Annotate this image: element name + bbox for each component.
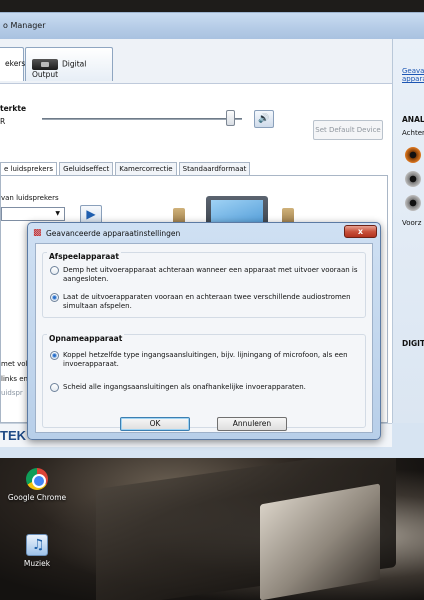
tab-speakers[interactable]: ekers: [0, 47, 26, 81]
speaker-icon: 🔊: [258, 114, 270, 124]
mute-button[interactable]: 🔊: [254, 110, 274, 128]
chrome-icon: [26, 468, 48, 490]
desktop-icon-muziek[interactable]: Muziek: [2, 534, 72, 568]
speaker-config-label: van luidsprekers: [1, 194, 59, 202]
jack-orange-icon[interactable]: [405, 147, 421, 163]
desktop-icon-label: Muziek: [23, 559, 51, 568]
brand-logo-text: TEK: [0, 428, 26, 443]
cancel-button[interactable]: Annuleren: [217, 417, 287, 431]
window-title: o Manager: [3, 21, 46, 30]
advanced-link-line1: Geava: [402, 67, 424, 75]
playback-group: Afspeelapparaat Demp het uitvoerapparaat…: [42, 252, 366, 318]
volume-slider-thumb[interactable]: [226, 110, 235, 126]
radio-button[interactable]: [50, 266, 59, 275]
window-titlebar[interactable]: o Manager: [0, 13, 424, 39]
option-text-full: met voll: [1, 360, 30, 368]
speaker-config-select[interactable]: ▼: [1, 207, 65, 221]
speaker-subtabs: e luidsprekers Geluidseffect Kamercorrec…: [0, 162, 252, 175]
front-panel-label: Voorz: [402, 219, 422, 227]
recording-option-tie[interactable]: Koppel hetzelfde type ingangsaansluiting…: [50, 351, 362, 371]
analog-heading: ANAL: [402, 115, 424, 124]
dialog-body: Afspeelapparaat Demp het uitvoerapparaat…: [35, 243, 373, 433]
close-icon: x: [357, 227, 364, 236]
jack-gray-icon[interactable]: [405, 171, 421, 187]
advanced-settings-link[interactable]: Geava appara: [402, 67, 424, 83]
rear-panel-label: Achter: [402, 129, 424, 137]
radio-button[interactable]: [50, 293, 59, 302]
option-text-speakers: uidspr: [1, 389, 23, 397]
tab-default-format[interactable]: Standaardformaat: [178, 162, 251, 175]
radio-label: Demp het uitvoerapparaat achteraan wanne…: [63, 266, 358, 283]
playback-group-title: Afspeelapparaat: [47, 252, 121, 261]
radio-label: Laat de uitvoerapparaten vooraan en acht…: [63, 293, 351, 310]
volume-slider[interactable]: [42, 118, 242, 120]
right-rail: Geava appara ANAL Achter Voorz DIGIT: [392, 39, 424, 423]
desktop-icon-chrome[interactable]: Google Chrome: [2, 468, 72, 502]
volume-heading: terkte: [0, 104, 27, 113]
tab-sound-effect[interactable]: Geluidseffect: [59, 162, 114, 175]
ok-button[interactable]: OK: [120, 417, 190, 431]
set-default-device-button[interactable]: Set Default Device: [313, 120, 383, 140]
tab-room-correction[interactable]: Kamercorrectie: [115, 162, 177, 175]
playback-option-mute[interactable]: Demp het uitvoerapparaat achteraan wanne…: [50, 266, 362, 286]
radio-label: Koppel hetzelfde type ingangsaansluiting…: [63, 351, 348, 368]
jack-gray-icon[interactable]: [405, 195, 421, 211]
radio-button[interactable]: [50, 383, 59, 392]
play-icon: ▶: [86, 207, 96, 221]
digital-output-icon: [32, 59, 58, 70]
option-text-left: links en: [1, 375, 28, 383]
advanced-settings-dialog: ▩ Geavanceerde apparaatinstellingen x Af…: [27, 222, 381, 440]
wallpaper-speaker-face: [260, 483, 380, 600]
speaker-icon: ▩: [33, 228, 42, 238]
recording-group: Opnameapparaat Koppel hetzelfde type ing…: [42, 334, 366, 428]
tab-speakers-label: ekers: [5, 59, 26, 68]
volume-channel-label: R: [0, 117, 6, 126]
radio-button[interactable]: [50, 351, 59, 360]
chevron-down-icon: ▼: [55, 210, 60, 217]
music-folder-icon: [26, 534, 48, 556]
playback-option-simultaneous[interactable]: Laat de uitvoerapparaten vooraan en acht…: [50, 293, 362, 313]
close-button[interactable]: x: [344, 225, 377, 238]
recording-option-separate[interactable]: Scheid alle ingangsaansluitingen als ona…: [50, 383, 362, 395]
recording-group-title: Opnameapparaat: [47, 334, 125, 343]
advanced-link-line2: appara: [402, 75, 424, 83]
radio-label: Scheid alle ingangsaansluitingen als ona…: [63, 383, 306, 391]
tab-speaker-config[interactable]: e luidsprekers: [0, 162, 58, 175]
dialog-title: Geavanceerde apparaatinstellingen: [46, 229, 181, 238]
desktop-icon-label: Google Chrome: [7, 493, 67, 502]
tab-digital-output[interactable]: Digital Output: [25, 47, 113, 81]
digital-heading: DIGIT: [402, 339, 424, 348]
device-tabs: ekers Digital Output: [0, 39, 392, 83]
